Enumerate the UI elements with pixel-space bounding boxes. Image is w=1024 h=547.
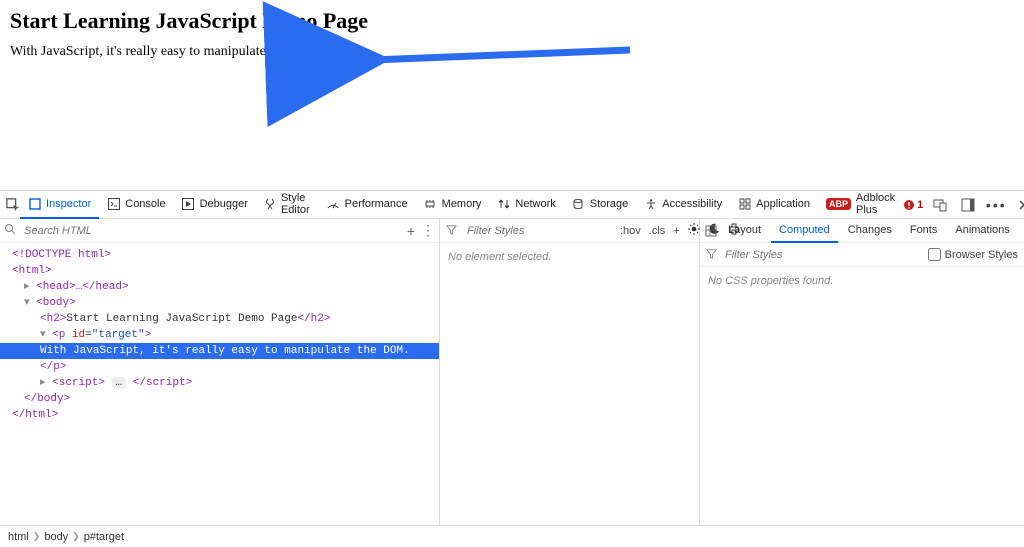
tab-label: Storage	[590, 198, 629, 210]
storage-icon	[572, 197, 585, 210]
tab-label: Inspector	[46, 198, 91, 210]
tree-line-selected[interactable]: With JavaScript, it's really easy to man…	[0, 343, 439, 359]
tree-line[interactable]: ▾ <p id="target">	[12, 329, 151, 341]
style-editor-icon	[264, 197, 276, 210]
dock-side-button[interactable]	[957, 194, 979, 216]
tree-line[interactable]: ▾ <body>	[12, 297, 76, 309]
tab-console[interactable]: Console	[99, 191, 173, 219]
new-node-button[interactable]: +	[407, 223, 415, 239]
tab-label: Performance	[345, 198, 408, 210]
browser-styles-checkbox[interactable]	[928, 248, 941, 261]
tree-line[interactable]: </p>	[12, 361, 66, 373]
page-heading: Start Learning JavaScript Demo Page	[10, 8, 1014, 34]
responsive-mode-button[interactable]	[929, 194, 951, 216]
right-tab-animations[interactable]: Animations	[947, 219, 1017, 243]
devtools-panel: Inspector Console Debugger Style Editor …	[0, 190, 1024, 547]
right-tab-layout[interactable]: Layout	[720, 219, 769, 243]
tab-label: Adblock Plus	[856, 192, 895, 216]
annotation-arrow-top	[360, 40, 640, 80]
right-tab-fonts[interactable]: Fonts	[902, 219, 946, 243]
tab-label: Console	[125, 198, 165, 210]
tab-label: Style Editor	[281, 192, 311, 216]
tab-label: Debugger	[200, 198, 248, 210]
debugger-icon	[182, 197, 195, 210]
accessibility-icon	[644, 197, 657, 210]
more-options-button[interactable]: •••	[985, 194, 1007, 216]
tab-performance[interactable]: Performance	[319, 191, 416, 219]
breadcrumb-item[interactable]: body	[44, 531, 68, 543]
tree-line[interactable]: <h2>Start Learning JavaScript Demo Page<…	[12, 313, 330, 325]
computed-empty-message: No CSS properties found.	[700, 267, 1024, 525]
right-panel: Layout Computed Changes Fonts Animations…	[700, 219, 1024, 525]
abp-badge-icon: ABP	[826, 198, 851, 210]
tab-memory[interactable]: Memory	[416, 191, 490, 219]
breadcrumb-item[interactable]: p#target	[84, 531, 124, 543]
dock-icon	[961, 198, 975, 212]
add-rule-button[interactable]: +	[673, 225, 679, 237]
breadcrumb-item[interactable]: html	[8, 531, 29, 543]
tab-label: Network	[515, 198, 555, 210]
right-tab-computed[interactable]: Computed	[771, 219, 838, 243]
markup-search-row: + ⋮	[0, 219, 439, 243]
hov-toggle[interactable]: :hov	[620, 225, 641, 237]
search-html-input[interactable]	[22, 224, 401, 238]
rules-filter-input[interactable]	[465, 224, 612, 238]
tree-line[interactable]: </body>	[12, 393, 70, 405]
cls-toggle[interactable]: .cls	[649, 225, 666, 237]
tab-network[interactable]: Network	[489, 191, 563, 219]
rendered-page: Start Learning JavaScript Demo Page With…	[0, 0, 1024, 190]
filter-icon	[446, 224, 457, 238]
application-icon	[738, 197, 751, 210]
browser-styles-checkbox-label[interactable]: Browser Styles	[928, 248, 1018, 261]
pick-element-button[interactable]	[6, 194, 20, 216]
close-icon	[1018, 199, 1024, 211]
devtools-toolbar: Inspector Console Debugger Style Editor …	[0, 191, 1024, 219]
tree-line[interactable]: <html>	[12, 265, 52, 277]
rules-empty-message: No element selected.	[440, 243, 699, 525]
tab-label: Application	[756, 198, 810, 210]
tab-inspector[interactable]: Inspector	[20, 191, 99, 219]
inspector-icon	[28, 197, 41, 210]
markup-more-button[interactable]: ⋮	[421, 222, 435, 239]
dom-tree[interactable]: <!DOCTYPE html> <html> ▸ <head>…</head> …	[0, 243, 439, 525]
ellipsis-icon: •••	[986, 197, 1007, 213]
right-tab-changes[interactable]: Changes	[840, 219, 900, 243]
tab-style-editor[interactable]: Style Editor	[256, 191, 319, 219]
error-icon	[903, 199, 915, 211]
markup-panel: + ⋮ <!DOCTYPE html> <html> ▸ <head>…</he…	[0, 219, 440, 525]
computed-filter-input[interactable]	[723, 248, 922, 262]
close-devtools-button[interactable]	[1013, 194, 1024, 216]
search-icon	[4, 223, 16, 238]
responsive-icon	[933, 198, 947, 212]
light-scheme-button[interactable]	[688, 223, 700, 238]
chevron-right-icon: ❯	[72, 531, 80, 542]
filter-icon	[706, 248, 717, 262]
tab-storage[interactable]: Storage	[564, 191, 637, 219]
tab-debugger[interactable]: Debugger	[174, 191, 256, 219]
breadcrumb: html ❯ body ❯ p#target	[0, 525, 1024, 547]
tab-accessibility[interactable]: Accessibility	[636, 191, 730, 219]
layout-icon	[704, 224, 718, 238]
error-count-badge[interactable]: 1	[903, 199, 923, 211]
tree-line[interactable]: <!DOCTYPE html>	[12, 249, 111, 261]
console-icon	[107, 197, 120, 210]
tree-line[interactable]: </html>	[12, 409, 58, 421]
tab-adblock-plus[interactable]: ABP Adblock Plus	[818, 191, 903, 219]
tree-line[interactable]: ▸ <head>…</head>	[12, 281, 129, 293]
tab-label: Memory	[442, 198, 482, 210]
tab-label: Accessibility	[662, 198, 722, 210]
tab-application[interactable]: Application	[730, 191, 818, 219]
rules-panel: :hov .cls + No element selected.	[440, 219, 700, 525]
chevron-right-icon: ❯	[33, 531, 41, 542]
tree-line[interactable]: ▸ <script> … </script>	[12, 377, 192, 389]
sun-icon	[688, 223, 700, 235]
element-picker-icon	[6, 198, 20, 212]
network-icon	[497, 197, 510, 210]
memory-icon	[424, 197, 437, 210]
performance-icon	[327, 197, 340, 210]
